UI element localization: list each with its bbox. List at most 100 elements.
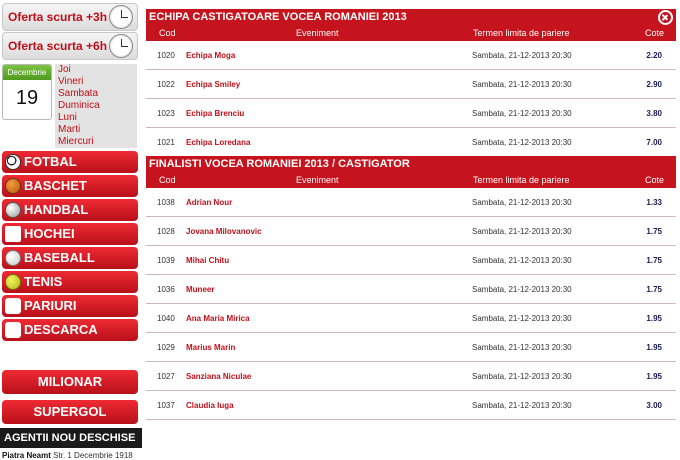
table-row[interactable]: 1020 Echipa Moga Sambata, 21-12-2013 20:… bbox=[146, 41, 676, 70]
cell-termen: Sambata, 21-12-2013 20:30 bbox=[472, 80, 572, 89]
table-row[interactable]: 1028 Jovana Milovanovic Sambata, 21-12-2… bbox=[146, 217, 676, 246]
cell-eveniment[interactable]: Echipa Moga bbox=[186, 41, 235, 70]
day-duminica[interactable]: Duminica bbox=[55, 100, 137, 112]
day-sambata[interactable]: Sambata bbox=[55, 88, 137, 100]
cell-termen: Sambata, 21-12-2013 20:30 bbox=[472, 343, 572, 352]
cell-cote[interactable]: 1.33 bbox=[646, 188, 662, 217]
cell-eveniment[interactable]: Muneer bbox=[186, 275, 214, 304]
table-row[interactable]: 1029 Marius Marin Sambata, 21-12-2013 20… bbox=[146, 333, 676, 362]
cell-cote[interactable]: 1.75 bbox=[646, 275, 662, 304]
sport-label: HANDBAL bbox=[24, 202, 89, 217]
sport-handbal-button[interactable]: HANDBAL bbox=[2, 199, 138, 221]
section-header: FINALISTI VOCEA ROMANIEI 2013 / CASTIGAT… bbox=[146, 156, 676, 173]
table-row[interactable]: 1023 Echipa Brenciu Sambata, 21-12-2013 … bbox=[146, 99, 676, 128]
table-row[interactable]: 1037 Claudia Iuga Sambata, 21-12-2013 20… bbox=[146, 391, 676, 420]
cell-eveniment[interactable]: Echipa Smiley bbox=[186, 70, 240, 99]
supergol-button[interactable]: SUPERGOL bbox=[2, 400, 138, 424]
hockey-icon bbox=[5, 226, 21, 242]
table-row[interactable]: 1036 Muneer Sambata, 21-12-2013 20:30 1.… bbox=[146, 275, 676, 304]
cell-eveniment[interactable]: Claudia Iuga bbox=[186, 391, 234, 420]
cell-eveniment[interactable]: Marius Marin bbox=[186, 333, 235, 362]
short-offer-3h-label: Oferta scurta +3h bbox=[8, 10, 108, 24]
cell-termen: Sambata, 21-12-2013 20:30 bbox=[472, 314, 572, 323]
cell-eveniment[interactable]: Ana Maria Mirica bbox=[186, 304, 250, 333]
cell-eveniment[interactable]: Mihai Chitu bbox=[186, 246, 229, 275]
sport-tenis-button[interactable]: TENIS bbox=[2, 271, 138, 293]
cell-eveniment[interactable]: Sanziana Niculae bbox=[186, 362, 251, 391]
cell-cote[interactable]: 1.75 bbox=[646, 217, 662, 246]
section-title: ECHIPA CASTIGATOARE VOCEA ROMANIEI 2013 bbox=[149, 11, 407, 23]
cell-cote[interactable]: 2.20 bbox=[646, 41, 662, 70]
day-marti[interactable]: Marti bbox=[55, 124, 137, 136]
special-bets-button[interactable]: PARIURI SPECIALE bbox=[2, 295, 138, 335]
cell-eveniment[interactable]: Echipa Brenciu bbox=[186, 99, 244, 128]
day-joi[interactable]: Joi bbox=[55, 64, 137, 76]
day-miercuri[interactable]: Miercuri bbox=[55, 136, 137, 148]
cell-cote[interactable]: 1.75 bbox=[646, 246, 662, 275]
milionar-button[interactable]: MILIONAR bbox=[2, 370, 138, 394]
football-icon bbox=[5, 154, 21, 170]
col-cod: Cod bbox=[159, 175, 176, 185]
cell-cote[interactable]: 1.95 bbox=[646, 304, 662, 333]
cell-eveniment[interactable]: Echipa Loredana bbox=[186, 128, 250, 157]
download-icon bbox=[5, 322, 21, 338]
col-cote: Cote bbox=[644, 175, 664, 185]
table-row[interactable]: 1038 Adrian Nour Sambata, 21-12-2013 20:… bbox=[146, 188, 676, 217]
cell-termen: Sambata, 21-12-2013 20:30 bbox=[472, 401, 572, 410]
cell-cote[interactable]: 3.80 bbox=[646, 99, 662, 128]
cell-cote[interactable]: 3.00 bbox=[646, 391, 662, 420]
cell-termen: Sambata, 21-12-2013 20:30 bbox=[472, 372, 572, 381]
column-header: Cod Eveniment Termen limita de pariere C… bbox=[146, 26, 676, 41]
cell-termen: Sambata, 21-12-2013 20:30 bbox=[472, 256, 572, 265]
close-icon[interactable] bbox=[658, 10, 673, 25]
sidebar: Oferta scurta +3h Oferta scurta +6h Dece… bbox=[0, 0, 142, 460]
cell-cote[interactable]: 1.95 bbox=[646, 333, 662, 362]
sport-baschet-button[interactable]: BASCHET bbox=[2, 175, 138, 197]
cell-cote[interactable]: 1.95 bbox=[646, 362, 662, 391]
cell-cote[interactable]: 7.00 bbox=[646, 128, 662, 157]
cell-cod: 1028 bbox=[157, 227, 175, 236]
table-row[interactable]: 1021 Echipa Loredana Sambata, 21-12-2013… bbox=[146, 128, 676, 157]
cell-cod: 1036 bbox=[157, 285, 175, 294]
calendar-month: Decembrie bbox=[3, 65, 51, 80]
cell-eveniment[interactable]: Adrian Nour bbox=[186, 188, 232, 217]
download-offer-button[interactable]: DESCARCA OFERTA bbox=[2, 319, 138, 359]
cell-cod: 1039 bbox=[157, 256, 175, 265]
cell-cod: 1022 bbox=[157, 80, 175, 89]
section-header: ECHIPA CASTIGATOARE VOCEA ROMANIEI 2013 bbox=[146, 9, 676, 26]
calendar-day: 19 bbox=[15, 87, 39, 109]
cell-cod: 1040 bbox=[157, 314, 175, 323]
short-offer-3h-button[interactable]: Oferta scurta +3h bbox=[2, 3, 138, 31]
col-termen: Termen limita de pariere bbox=[473, 28, 570, 38]
sport-label: BASCHET bbox=[24, 178, 87, 193]
cell-termen: Sambata, 21-12-2013 20:30 bbox=[472, 109, 572, 118]
cell-termen: Sambata, 21-12-2013 20:30 bbox=[472, 138, 572, 147]
sport-label: DESCARCA OFERTA bbox=[24, 322, 98, 359]
col-cote: Cote bbox=[644, 28, 664, 38]
col-cod: Cod bbox=[159, 28, 176, 38]
day-vineri[interactable]: Vineri bbox=[55, 76, 137, 88]
cell-cod: 1021 bbox=[157, 138, 175, 147]
agency-street: Str. 1 Decembrie 1918 bbox=[53, 451, 133, 460]
day-list: Joi Vineri Sambata Duminica Luni Marti M… bbox=[55, 64, 137, 148]
cell-cod: 1020 bbox=[157, 51, 175, 60]
cell-cod: 1027 bbox=[157, 372, 175, 381]
table-row[interactable]: 1027 Sanziana Niculae Sambata, 21-12-201… bbox=[146, 362, 676, 391]
table-row[interactable]: 1022 Echipa Smiley Sambata, 21-12-2013 2… bbox=[146, 70, 676, 99]
agency-city: Piatra Neamt bbox=[2, 451, 51, 460]
table-row[interactable]: 1040 Ana Maria Mirica Sambata, 21-12-201… bbox=[146, 304, 676, 333]
sport-hochei-button[interactable]: HOCHEI bbox=[2, 223, 138, 245]
day-luni[interactable]: Luni bbox=[55, 112, 137, 124]
cell-cote[interactable]: 2.90 bbox=[646, 70, 662, 99]
short-offer-6h-button[interactable]: Oferta scurta +6h bbox=[2, 32, 138, 60]
clock-icon bbox=[109, 5, 133, 29]
bet-section-finalists-winner: FINALISTI VOCEA ROMANIEI 2013 / CASTIGAT… bbox=[146, 156, 676, 420]
new-agencies-title: AGENTII NOU DESCHISE bbox=[0, 428, 142, 448]
table-row[interactable]: 1039 Mihai Chitu Sambata, 21-12-2013 20:… bbox=[146, 246, 676, 275]
special-bets-icon bbox=[5, 298, 21, 314]
column-header: Cod Eveniment Termen limita de pariere C… bbox=[146, 173, 676, 188]
cell-eveniment[interactable]: Jovana Milovanovic bbox=[186, 217, 262, 246]
sport-baseball-button[interactable]: BASEBALL bbox=[2, 247, 138, 269]
new-agency-entry[interactable]: Piatra Neamt Str. 1 Decembrie 1918 bbox=[2, 451, 133, 460]
sport-fotbal-button[interactable]: FOTBAL bbox=[2, 151, 138, 173]
